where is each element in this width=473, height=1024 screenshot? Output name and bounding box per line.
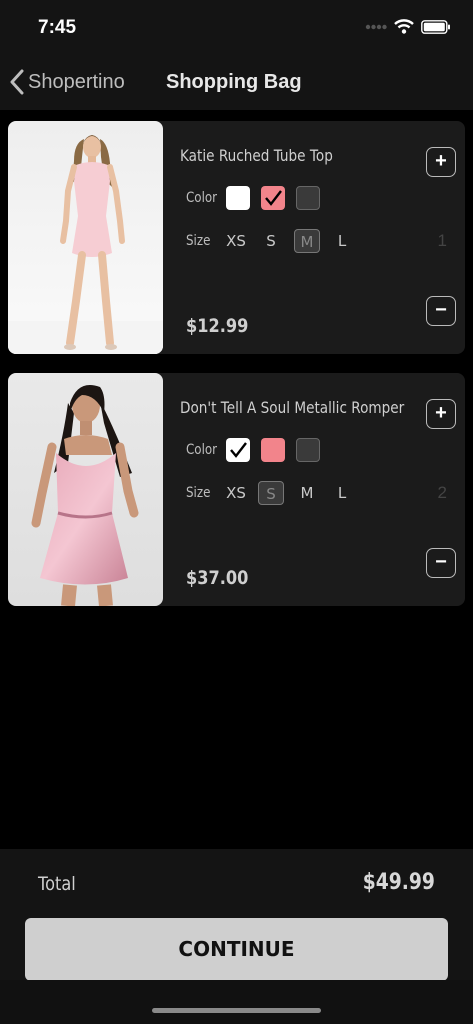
quantity-value: 2 (437, 483, 447, 502)
battery-icon (421, 19, 450, 34)
status-icons (365, 19, 451, 34)
back-button[interactable]: Shopertino (10, 69, 125, 95)
color-swatch-gray[interactable] (296, 438, 320, 462)
signal-icon (365, 24, 387, 29)
home-indicator-area (0, 980, 473, 1024)
color-swatch-pink[interactable] (261, 438, 285, 462)
wifi-icon (394, 19, 414, 34)
color-swatch-white[interactable] (226, 186, 250, 210)
product-price: $37.00 (186, 567, 249, 589)
status-bar: 7:45 (0, 0, 473, 56)
size-option-s[interactable]: S (258, 481, 284, 505)
size-option-xs[interactable]: XS (223, 229, 249, 253)
size-option-m[interactable]: M (294, 229, 320, 253)
size-option-m[interactable]: M (294, 481, 320, 505)
back-label: Shopertino (28, 70, 125, 93)
size-option-l[interactable]: L (329, 481, 355, 505)
continue-button[interactable]: CONTINUE (25, 918, 448, 981)
color-swatch-gray[interactable] (296, 186, 320, 210)
product-name: Don't Tell A Soul Metallic Romper (180, 398, 405, 417)
quantity-value: 1 (437, 231, 447, 250)
color-label: Color (186, 442, 218, 458)
chevron-left-icon (10, 69, 24, 95)
decrease-quantity-button[interactable]: − (426, 296, 456, 326)
color-label: Color (186, 190, 218, 206)
checkout-footer: Total $49.99 CONTINUE (0, 849, 473, 981)
color-swatch-white[interactable] (226, 438, 250, 462)
page-title: Shopping Bag (166, 71, 302, 93)
status-time: 7:45 (38, 17, 77, 38)
product-name: Katie Ruched Tube Top (180, 146, 333, 165)
increase-quantity-button[interactable]: + (426, 147, 456, 177)
total-value: $49.99 (362, 870, 435, 895)
size-label: Size (186, 485, 211, 501)
decrease-quantity-button[interactable]: − (426, 548, 456, 578)
home-indicator[interactable] (152, 1008, 321, 1013)
total-label: Total (38, 873, 76, 895)
checkmark-icon (265, 190, 282, 206)
color-swatch-pink[interactable] (261, 186, 285, 210)
size-option-xs[interactable]: XS (223, 481, 249, 505)
size-option-s[interactable]: S (258, 229, 284, 253)
size-option-l[interactable]: L (329, 229, 355, 253)
increase-quantity-button[interactable]: + (426, 399, 456, 429)
size-label: Size (186, 233, 211, 249)
cart-item-card: Don't Tell A Soul Metallic Romper Color … (8, 373, 465, 606)
product-price: $12.99 (186, 315, 249, 337)
checkmark-icon (230, 442, 247, 458)
cart-item-card: Katie Ruched Tube Top Color Size XS S M … (8, 121, 465, 354)
product-image (8, 373, 163, 606)
product-image (8, 121, 163, 354)
navigation-bar: Shopertino Shopping Bag (0, 56, 473, 110)
